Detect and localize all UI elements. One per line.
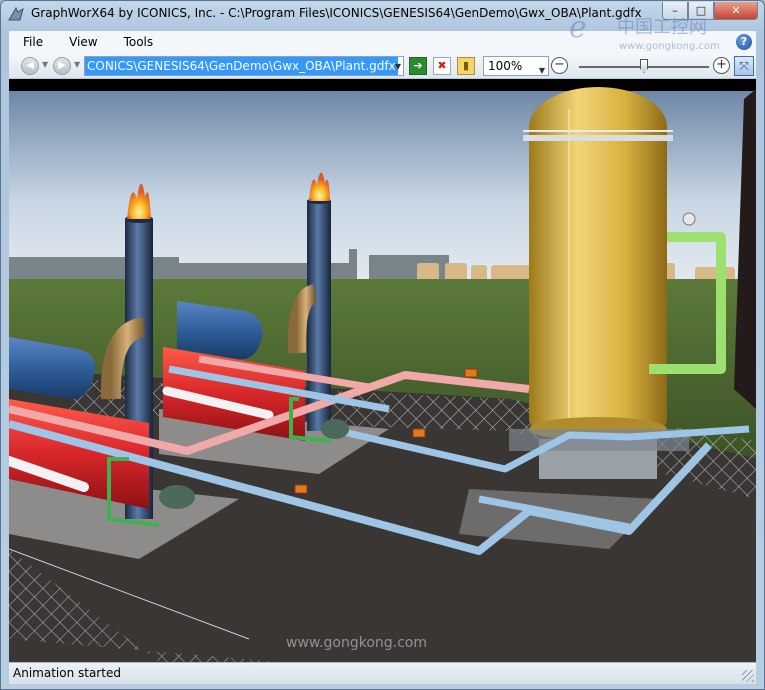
status-text: Animation started (13, 666, 121, 680)
plant-3d-scene: www.gongkong.com (9, 79, 756, 662)
back-arrow-icon: ◀ (26, 60, 34, 71)
zoom-out-icon: − (554, 57, 565, 72)
back-button[interactable]: ◀ (21, 57, 39, 75)
viewport-watermark: www.gongkong.com (286, 635, 427, 651)
zoom-dropdown-icon[interactable]: ▼ (539, 62, 545, 80)
forward-history-dropdown[interactable]: ▼ (74, 60, 80, 69)
zoom-in-button[interactable]: + (713, 57, 730, 74)
go-button[interactable]: ➔ (409, 57, 427, 75)
title-bar[interactable]: GraphWorX64 by ICONICS, Inc. - C:\Progra… (1, 1, 764, 29)
close-button[interactable]: ✕ (714, 2, 758, 20)
zoom-value: 100% (488, 59, 523, 73)
zoom-select[interactable]: 100% ▼ (483, 56, 549, 76)
stop-x-icon: ✖ (437, 59, 447, 72)
toolbar: ◀ ▼ ▶ ▼ CONICS\GENESIS64\GenDemo\Gwx_OBA… (9, 53, 756, 79)
go-arrow-icon: ➔ (413, 59, 423, 72)
menu-bar: File View Tools ? (9, 31, 756, 53)
zoom-slider-thumb[interactable] (640, 59, 648, 73)
fit-to-window-button[interactable]: ⤧ (734, 56, 754, 76)
resize-grip[interactable] (742, 670, 754, 682)
back-history-dropdown[interactable]: ▼ (42, 60, 48, 69)
stop-button[interactable]: ✖ (433, 57, 451, 75)
help-icon[interactable]: ? (736, 34, 752, 50)
forward-arrow-icon: ▶ (58, 60, 66, 71)
window-title: GraphWorX64 by ICONICS, Inc. - C:\Progra… (31, 6, 642, 20)
forward-button[interactable]: ▶ (53, 57, 71, 75)
menu-view[interactable]: View (55, 35, 109, 49)
minimize-button[interactable]: – (662, 2, 688, 20)
zoom-in-icon: + (716, 57, 727, 72)
address-field[interactable]: CONICS\GENESIS64\GenDemo\Gwx_OBA\Plant.g… (84, 56, 404, 76)
bookmark-icon: ▮ (462, 59, 470, 72)
graphics-viewport[interactable]: www.gongkong.com (9, 79, 756, 662)
application-window: GraphWorX64 by ICONICS, Inc. - C:\Progra… (0, 0, 765, 690)
maximize-button[interactable]: □ (688, 2, 714, 20)
menu-file[interactable]: File (9, 35, 55, 49)
status-bar: Animation started (9, 662, 756, 684)
menu-tools[interactable]: Tools (110, 35, 166, 49)
zoom-out-button[interactable]: − (551, 57, 568, 74)
address-dropdown-icon[interactable]: ▼ (395, 62, 401, 71)
favorites-button[interactable]: ▮ (457, 57, 475, 75)
graphworx-app-icon (8, 6, 24, 21)
address-value[interactable]: CONICS\GENESIS64\GenDemo\Gwx_OBA\Plant.g… (85, 57, 398, 75)
fit-to-window-icon: ⤧ (739, 59, 749, 73)
